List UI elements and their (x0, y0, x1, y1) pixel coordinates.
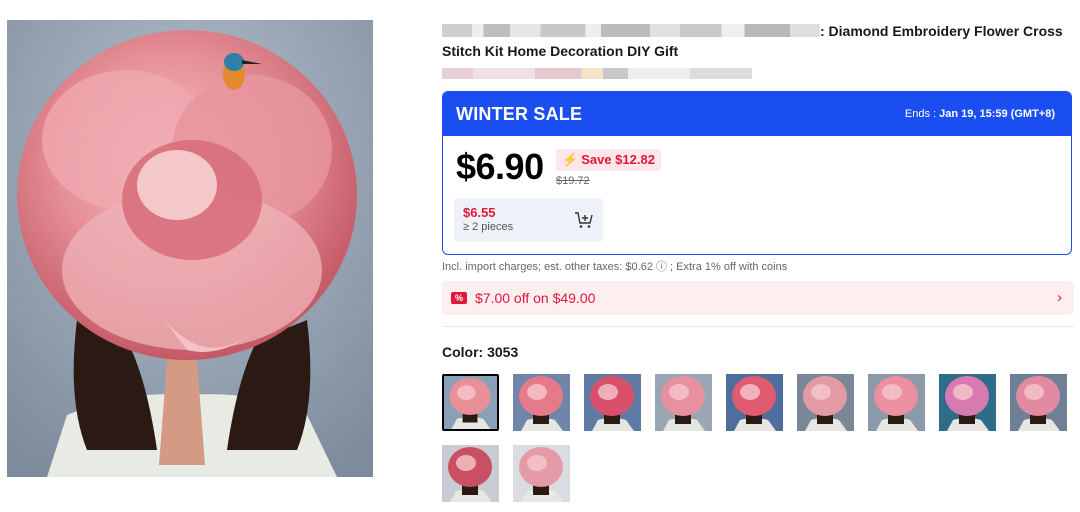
chevron-right-icon[interactable]: › (1057, 289, 1062, 306)
tier-quantity: ≥ 2 pieces (463, 221, 514, 233)
color-label: Color: 3053 (442, 344, 519, 360)
color-swatch[interactable] (655, 374, 712, 431)
color-swatch[interactable] (513, 374, 570, 431)
color-swatch[interactable] (584, 374, 641, 431)
divider (442, 326, 1074, 327)
blurred-subtitle (442, 68, 752, 79)
sale-title: WINTER SALE (456, 103, 583, 124)
product-title: : Diamond Embroidery Flower Cross Stitch… (442, 23, 1063, 59)
save-badge: ⚡ Save $12.82 (556, 149, 661, 171)
color-swatch[interactable] (1010, 374, 1067, 431)
tax-note: Incl. import charges; est. other taxes: … (442, 261, 788, 273)
color-swatch[interactable] (797, 374, 854, 431)
current-price: $6.90 (456, 146, 544, 187)
color-swatch[interactable] (442, 374, 499, 431)
sale-ends: Ends : Jan 19, 15:59 (GMT+8) (904, 108, 1055, 120)
color-swatch[interactable] (868, 374, 925, 431)
color-swatch[interactable] (513, 445, 570, 502)
coupon-banner[interactable]: % $7.00 off on $49.00 › (442, 281, 1074, 315)
bolt-icon: ⚡ (562, 152, 579, 167)
winter-sale-box: WINTER SALE Ends : Jan 19, 15:59 (GMT+8)… (442, 91, 1072, 255)
original-price: $19.72 (556, 175, 590, 187)
sale-header: WINTER SALE Ends : Jan 19, 15:59 (GMT+8) (443, 92, 1071, 136)
bulk-price-tier[interactable]: $6.55 ≥ 2 pieces (454, 198, 603, 242)
color-swatch[interactable] (939, 374, 996, 431)
blurred-title-prefix (442, 24, 820, 37)
add-to-cart-icon[interactable] (574, 210, 594, 230)
product-main-image[interactable] (7, 20, 373, 477)
color-swatch[interactable] (442, 445, 499, 502)
coupon-text: $7.00 off on $49.00 (475, 290, 596, 306)
color-swatch[interactable] (726, 374, 783, 431)
coupon-icon: % (451, 292, 467, 304)
tier-price: $6.55 (463, 205, 496, 220)
